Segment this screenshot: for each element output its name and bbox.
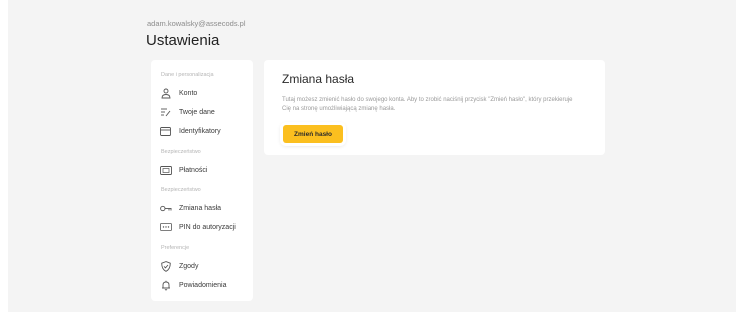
page-title: Ustawienia: [146, 32, 220, 49]
sidebar-item-label: Twoje dane: [179, 108, 215, 116]
sidebar-item-label: Powiadomienia: [179, 281, 227, 289]
sidebar-item-powiadomienia[interactable]: Powiadomienia: [159, 278, 249, 292]
user-email: adam.kowalsky@assecods.pl: [147, 19, 246, 28]
shield-check-icon: [159, 260, 172, 272]
sidebar-section-preferences: Preferencje: [161, 245, 190, 251]
sidebar-item-label: Płatności: [179, 166, 208, 174]
sidebar-item-zmiana-hasla[interactable]: Zmiana hasła: [159, 201, 249, 215]
sidebar-section-security: Bezpieczeństwo: [161, 149, 201, 155]
sidebar-section-personalization: Dane i personalizacja: [161, 72, 214, 78]
panel-title: Zmiana hasła: [282, 72, 355, 86]
bell-icon: [159, 279, 172, 291]
settings-page: adam.kowalsky@assecods.pl Ustawienia Dan…: [8, 0, 736, 312]
sidebar-item-platnosci[interactable]: Płatności: [159, 163, 249, 177]
user-icon: [159, 87, 172, 99]
sidebar-item-zgody[interactable]: Zgody: [159, 259, 249, 273]
change-password-button[interactable]: Zmień hasło: [283, 125, 343, 143]
card-icon: [159, 125, 172, 137]
key-icon: [159, 202, 172, 214]
sidebar-item-identyfikatory[interactable]: Identyfikatory: [159, 124, 249, 138]
sidebar-item-label: Konto: [179, 89, 198, 97]
sidebar-section-security-2: Bezpieczeństwo: [161, 187, 201, 193]
sidebar-item-konto[interactable]: Konto: [159, 86, 249, 100]
sidebar-item-label: Identyfikatory: [179, 127, 221, 135]
sidebar-item-label: PIN do autoryzacji: [179, 223, 236, 231]
payment-icon: [159, 164, 172, 176]
panel-description: Tutaj możesz zmienić hasło do swojego ko…: [282, 97, 573, 112]
settings-sidebar: Dane i personalizacja Konto Twoje dane I…: [151, 60, 253, 301]
sidebar-item-pin[interactable]: PIN do autoryzacji: [159, 220, 249, 234]
edit-list-icon: [159, 106, 172, 118]
sidebar-item-label: Zgody: [179, 262, 199, 270]
pin-icon: [159, 221, 172, 233]
password-change-panel: Zmiana hasła Tutaj możesz zmienić hasło …: [264, 60, 605, 155]
sidebar-item-twoje-dane[interactable]: Twoje dane: [159, 105, 249, 119]
sidebar-item-label: Zmiana hasła: [179, 204, 222, 212]
